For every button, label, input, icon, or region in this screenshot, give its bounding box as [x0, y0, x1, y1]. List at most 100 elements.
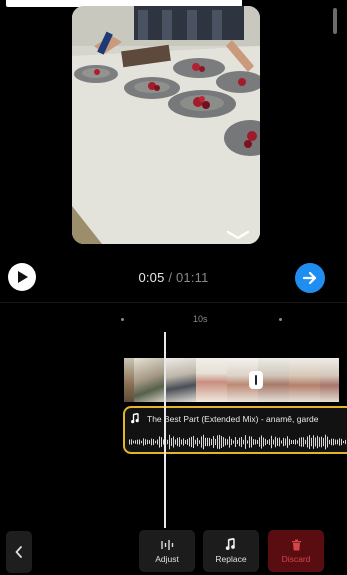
audio-title-row: The Best Part (Extended Mix) - anamê, ga… — [131, 413, 319, 424]
arrow-right-icon — [302, 271, 317, 285]
waveform-bar — [297, 440, 298, 444]
waveform-bar — [291, 440, 292, 444]
waveform-bar — [311, 437, 312, 447]
waveform-bar — [323, 437, 324, 447]
waveform-bar — [187, 439, 188, 445]
clip-split-handle[interactable] — [249, 371, 263, 389]
back-button[interactable] — [6, 531, 32, 573]
waveform-bar — [329, 439, 330, 445]
music-note-icon — [131, 413, 139, 424]
waveform-bar — [287, 436, 288, 448]
waveform-bar — [177, 437, 178, 447]
current-time: 0:05 — [138, 270, 165, 285]
waveform-bar — [175, 439, 176, 445]
waveform-bar — [223, 437, 224, 447]
replace-button[interactable]: Replace — [203, 530, 259, 572]
waveform-bar — [231, 438, 232, 446]
waveform-bar — [263, 437, 264, 447]
adjust-button[interactable]: Adjust — [139, 530, 195, 572]
waveform-bar — [253, 439, 254, 445]
next-button[interactable] — [295, 263, 325, 293]
waveform-bar — [191, 436, 192, 448]
filmstrip-frame — [320, 358, 339, 402]
video-frame-image — [72, 6, 260, 244]
waveform-bar — [195, 439, 196, 445]
waveform-bar — [293, 440, 294, 444]
replace-label: Replace — [215, 554, 247, 564]
waveform-bar — [233, 440, 234, 444]
waveform-bar — [317, 435, 318, 449]
filmstrip-frame — [196, 358, 227, 402]
waveform-bar — [327, 436, 328, 448]
waveform-bar — [203, 434, 204, 450]
waveform-bar — [135, 440, 136, 444]
waveform-bar — [205, 437, 206, 447]
waveform-bar — [193, 435, 194, 449]
waveform-bar — [155, 440, 156, 444]
waveform-bar — [133, 440, 134, 444]
video-preview[interactable] — [72, 6, 260, 244]
audio-title: The Best Part (Extended Mix) - anamê, ga… — [147, 413, 319, 424]
waveform-bar — [147, 439, 148, 445]
waveform-bar — [227, 439, 228, 445]
waveform-bar — [145, 439, 146, 445]
waveform-bar — [251, 436, 252, 448]
scroll-indicator[interactable] — [333, 8, 337, 34]
waveform-bar — [305, 439, 306, 445]
waveform-bar — [169, 434, 170, 450]
waveform-bar — [279, 437, 280, 447]
waveform-bar — [265, 438, 266, 446]
discard-button[interactable]: Discard — [268, 530, 324, 572]
waveform-bar — [131, 439, 132, 445]
waveform-bar — [277, 438, 278, 446]
waveform-bar — [289, 438, 290, 446]
playhead[interactable] — [164, 332, 166, 532]
waveform-bar — [235, 436, 236, 448]
total-time: 01:11 — [175, 270, 209, 285]
waveform-bar — [237, 439, 238, 445]
waveform-bar — [245, 435, 246, 449]
waveform-bar — [137, 439, 138, 445]
waveform-bar — [157, 439, 158, 445]
waveform-bar — [189, 437, 190, 447]
waveform-bar — [335, 439, 336, 445]
waveform-bar — [345, 439, 346, 445]
waveform-bar — [129, 439, 130, 445]
audio-track[interactable]: The Best Part (Extended Mix) - anamê, ga… — [123, 406, 347, 454]
ruler-label: 10s — [193, 314, 208, 324]
timeline-ruler: 10s — [0, 312, 347, 328]
filmstrip-frame — [134, 358, 165, 402]
waveform-bar — [199, 440, 200, 444]
waveform-bar — [275, 436, 276, 448]
waveform-bar — [183, 438, 184, 446]
waveform-bar — [201, 436, 202, 448]
video-filmstrip[interactable] — [124, 358, 339, 402]
waveform-bar — [139, 439, 140, 445]
waveform-bar — [141, 440, 142, 444]
waveform-bar — [243, 439, 244, 445]
waveform-bar — [271, 435, 272, 449]
waveform-bar — [211, 438, 212, 446]
waveform-bar — [247, 440, 248, 444]
waveform-bar — [171, 437, 172, 447]
waveform-bar — [285, 438, 286, 446]
waveform-bar — [181, 439, 182, 445]
waveform-bar — [337, 439, 338, 445]
waveform-bar — [225, 438, 226, 446]
waveform-bar — [151, 438, 152, 446]
waveform-bar — [209, 437, 210, 447]
chevron-left-icon — [15, 546, 22, 558]
waveform-bar — [179, 437, 180, 447]
waveform-bar — [215, 438, 216, 446]
waveform-bar — [249, 436, 250, 448]
waveform-bar — [143, 438, 144, 446]
waveform-bar — [207, 437, 208, 447]
waveform-bar — [295, 439, 296, 445]
waveform-bar — [149, 440, 150, 444]
waveform-bar — [331, 438, 332, 446]
waveform-bar — [321, 436, 322, 448]
chevron-down-icon[interactable] — [224, 228, 252, 242]
discard-label: Discard — [281, 553, 311, 564]
audio-waveform — [129, 434, 346, 450]
waveform-bar — [159, 436, 160, 448]
